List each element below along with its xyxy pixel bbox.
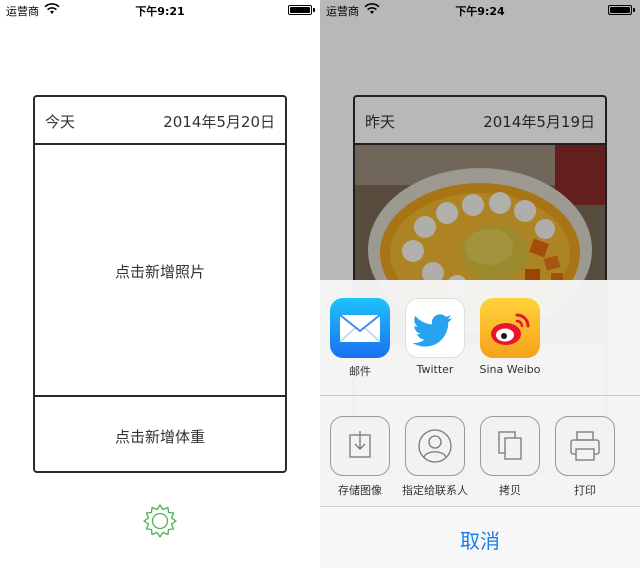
print-button[interactable]: 打印 — [550, 416, 620, 497]
share-actions-row: 存储图像 指定给联系人 拷贝 打印 — [320, 396, 640, 506]
save-image-button[interactable]: 存储图像 — [325, 416, 395, 497]
save-image-icon — [330, 416, 390, 476]
day-label: 今天 — [45, 113, 76, 131]
share-weibo-label: Sina Weibo — [479, 363, 541, 376]
weibo-icon — [480, 298, 540, 358]
right-screen: 运营商 下午9:24 昨天 2014年5月19日 邮件 Twitter Sina… — [320, 0, 640, 568]
mail-icon — [330, 298, 390, 358]
add-weight-button[interactable]: 点击新增体重 — [35, 397, 285, 471]
cancel-label: 取消 — [460, 529, 500, 553]
status-bar: 运营商 下午9:21 — [0, 0, 320, 20]
share-weibo-button[interactable]: Sina Weibo — [475, 298, 545, 380]
cancel-button[interactable]: 取消 — [320, 506, 640, 568]
day-card: 今天 2014年5月20日 点击新增照片 点击新增体重 — [33, 95, 287, 473]
date-label: 2014年5月20日 — [163, 113, 275, 131]
add-weight-label: 点击新增体重 — [114, 428, 205, 446]
print-icon — [555, 416, 615, 476]
status-time: 下午9:21 — [135, 5, 185, 18]
print-label: 打印 — [574, 484, 596, 497]
share-mail-button[interactable]: 邮件 — [325, 298, 395, 380]
copy-button[interactable]: 拷贝 — [475, 416, 545, 497]
share-sheet: 邮件 Twitter Sina Weibo 存储图像 指定给联系人 拷贝 打印 … — [320, 280, 640, 568]
gear-icon[interactable] — [141, 502, 179, 540]
share-twitter-button[interactable]: Twitter — [400, 298, 470, 380]
add-photo-button[interactable]: 点击新增照片 — [35, 145, 285, 397]
assign-contact-button[interactable]: 指定给联系人 — [400, 416, 470, 497]
twitter-icon — [405, 298, 465, 358]
battery-icon — [288, 5, 315, 15]
share-apps-row: 邮件 Twitter Sina Weibo — [320, 280, 640, 396]
assign-contact-icon — [405, 416, 465, 476]
copy-icon — [480, 416, 540, 476]
left-screen: 运营商 下午9:21 今天 2014年5月20日 点击新增照片 点击新增体重 — [0, 0, 320, 568]
card-header: 今天 2014年5月20日 — [35, 97, 285, 145]
add-photo-label: 点击新增照片 — [114, 263, 205, 281]
